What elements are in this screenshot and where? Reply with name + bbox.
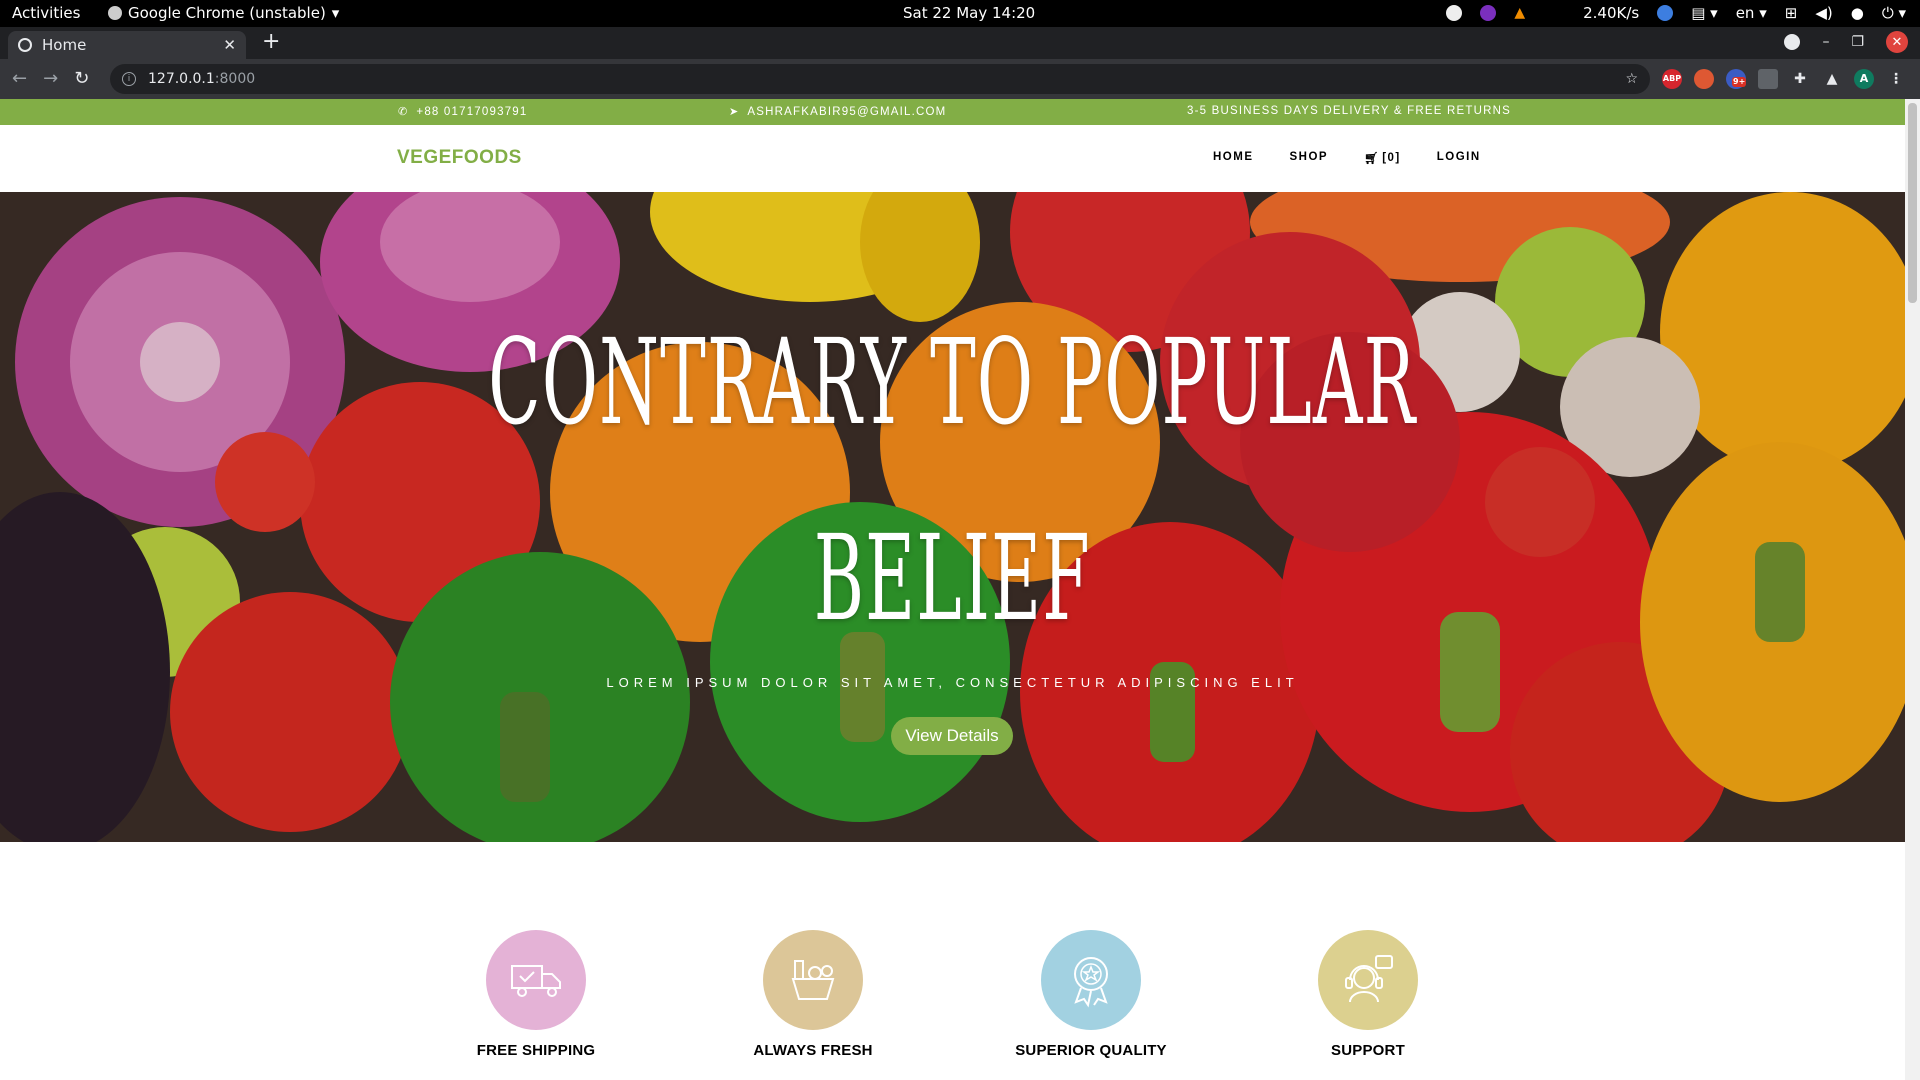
phone-contact: ✆ +88 01717093791: [398, 105, 528, 119]
nav-buttons: ← → ↻: [12, 68, 89, 89]
headset-icon: [1318, 930, 1418, 1030]
service-label: SUPERIOR QUALITY: [1015, 1042, 1167, 1059]
cart-count: [0]: [1382, 152, 1401, 164]
extension-icon[interactable]: [1758, 69, 1778, 89]
power-icon[interactable]: ⏻ ▾: [1882, 4, 1906, 22]
chrome-app-icon: [108, 6, 122, 20]
duckduckgo-extension-icon[interactable]: [1694, 69, 1714, 89]
back-icon[interactable]: ←: [12, 68, 27, 89]
hero-subtitle: LOREM IPSUM DOLOR SIT AMET, CONSECTETUR …: [606, 675, 1299, 690]
app-name: Google Chrome (unstable): [128, 4, 326, 22]
tray-app-icon[interactable]: [1657, 5, 1674, 21]
main-menu: HOME SHOP 🛒︎ [0] LOGIN: [1213, 151, 1517, 165]
microphone-icon[interactable]: ●: [1851, 4, 1864, 22]
hero-banner: Contrary to popular belief LOREM IPSUM D…: [0, 192, 1905, 842]
app-menu[interactable]: Google Chrome (unstable) ▾: [108, 4, 339, 22]
system-tray: ▲ 2.40K/s ▤ ▾ en ▾ ⊞ ◀) ● ⏻ ▾: [1446, 4, 1906, 22]
tab-strip: Home ✕: [0, 27, 1920, 59]
services-section: FREE SHIPPING ALWAYS FRESH SUPERIOR QUAL…: [0, 842, 1905, 1080]
extension-icon[interactable]: 9+: [1726, 69, 1747, 89]
phone-number: +88 01717093791: [416, 105, 528, 118]
nav-home[interactable]: HOME: [1213, 151, 1254, 165]
email-contact: ➤ ASHRAFKABIR95@GMAIL.COM: [729, 105, 947, 119]
extension-badge: 9+: [1732, 77, 1747, 87]
paper-plane-icon: ➤: [729, 106, 740, 118]
info-bar: ✆ +88 01717093791 ➤ ASHRAFKABIR95@GMAIL.…: [0, 99, 1905, 125]
site-navbar: VEGEFOODS HOME SHOP 🛒︎ [0] LOGIN: [0, 125, 1905, 192]
delivery-info: 3-5 BUSINESS DAYS DELIVERY & FREE RETURN…: [1187, 105, 1511, 117]
bookmark-star-icon[interactable]: ☆: [1625, 71, 1638, 87]
close-window-icon[interactable]: ✕: [1886, 31, 1908, 53]
award-icon: [1041, 930, 1141, 1030]
url-host: 127.0.0.1: [148, 71, 215, 87]
restore-icon[interactable]: ❐: [1851, 34, 1864, 50]
cart-icon: 🛒︎: [1364, 153, 1381, 165]
page-scrollbar[interactable]: [1905, 99, 1920, 1080]
hero-title-line1: Contrary to popular: [488, 313, 1417, 451]
tab-home[interactable]: Home ✕: [8, 31, 246, 59]
minimize-icon[interactable]: –: [1822, 34, 1829, 50]
tab-title: Home: [42, 36, 87, 54]
address-bar[interactable]: i 127.0.0.1 :8000 ☆: [110, 64, 1650, 94]
service-superior-quality: SUPERIOR QUALITY: [991, 930, 1191, 1059]
hero-title-line2: belief: [813, 509, 1091, 647]
service-label: SUPPORT: [1331, 1042, 1405, 1059]
menu-dots-icon[interactable]: ⋮: [1886, 69, 1906, 89]
service-always-fresh: ALWAYS FRESH: [713, 930, 913, 1059]
close-tab-icon[interactable]: ✕: [223, 36, 236, 54]
phone-icon: ✆: [398, 106, 409, 118]
activities-button[interactable]: Activities: [12, 4, 80, 22]
window-controls: – ❐ ✕: [1784, 31, 1908, 53]
network-icon[interactable]: ⊞: [1785, 4, 1798, 22]
reload-icon[interactable]: ↻: [74, 68, 89, 89]
vlc-icon[interactable]: ▲: [1514, 5, 1525, 21]
globe-icon: [18, 38, 32, 52]
chevron-down-icon: ▾: [331, 4, 340, 22]
hero-title: Contrary to popular belief: [400, 284, 1505, 676]
forward-icon[interactable]: →: [43, 68, 58, 89]
os-top-bar: Activities Google Chrome (unstable) ▾ Sa…: [0, 0, 1920, 27]
basket-icon: [763, 930, 863, 1030]
nav-shop[interactable]: SHOP: [1290, 151, 1329, 165]
info-icon[interactable]: i: [122, 72, 136, 86]
web-page: ✆ +88 01717093791 ➤ ASHRAFKABIR95@GMAIL.…: [0, 99, 1905, 1080]
service-free-shipping: FREE SHIPPING: [436, 930, 636, 1059]
truck-icon: [486, 930, 586, 1030]
net-speed[interactable]: 2.40K/s: [1583, 4, 1639, 22]
clock[interactable]: Sat 22 May 14:20: [903, 4, 1035, 22]
puzzle-icon[interactable]: ✚: [1790, 69, 1810, 89]
tray-app-icon[interactable]: [1480, 5, 1497, 21]
url-port: :8000: [214, 71, 256, 87]
tab-search-icon[interactable]: [1784, 34, 1801, 50]
delivery-text: 3-5 BUSINESS DAYS DELIVERY & FREE RETURN…: [1187, 105, 1512, 117]
flask-icon[interactable]: ▲: [1822, 69, 1842, 89]
browser-toolbar: ← → ↻ i 127.0.0.1 :8000 ☆ ABP 9+ ✚ ▲ A ⋮: [0, 59, 1920, 99]
scrollbar-thumb[interactable]: [1908, 103, 1917, 303]
tray-app-icon[interactable]: [1446, 5, 1463, 21]
profile-avatar[interactable]: A: [1854, 69, 1874, 89]
adblock-extension-icon[interactable]: ABP: [1662, 69, 1682, 89]
extensions-area: ABP 9+ ✚ ▲ A ⋮: [1662, 69, 1906, 89]
service-label: ALWAYS FRESH: [753, 1042, 873, 1059]
view-details-button[interactable]: View Details: [891, 717, 1013, 755]
clipboard-icon[interactable]: ▤ ▾: [1691, 4, 1717, 22]
email-address: ASHRAFKABIR95@GMAIL.COM: [747, 105, 947, 118]
language-indicator[interactable]: en ▾: [1736, 4, 1767, 22]
nav-login[interactable]: LOGIN: [1437, 151, 1481, 165]
nav-cart[interactable]: 🛒︎ [0]: [1364, 151, 1401, 165]
volume-icon[interactable]: ◀): [1815, 4, 1832, 22]
site-logo[interactable]: VEGEFOODS: [397, 147, 522, 169]
new-tab-button[interactable]: +: [262, 31, 280, 53]
service-label: FREE SHIPPING: [476, 1042, 596, 1059]
service-support: SUPPORT: [1268, 930, 1468, 1059]
